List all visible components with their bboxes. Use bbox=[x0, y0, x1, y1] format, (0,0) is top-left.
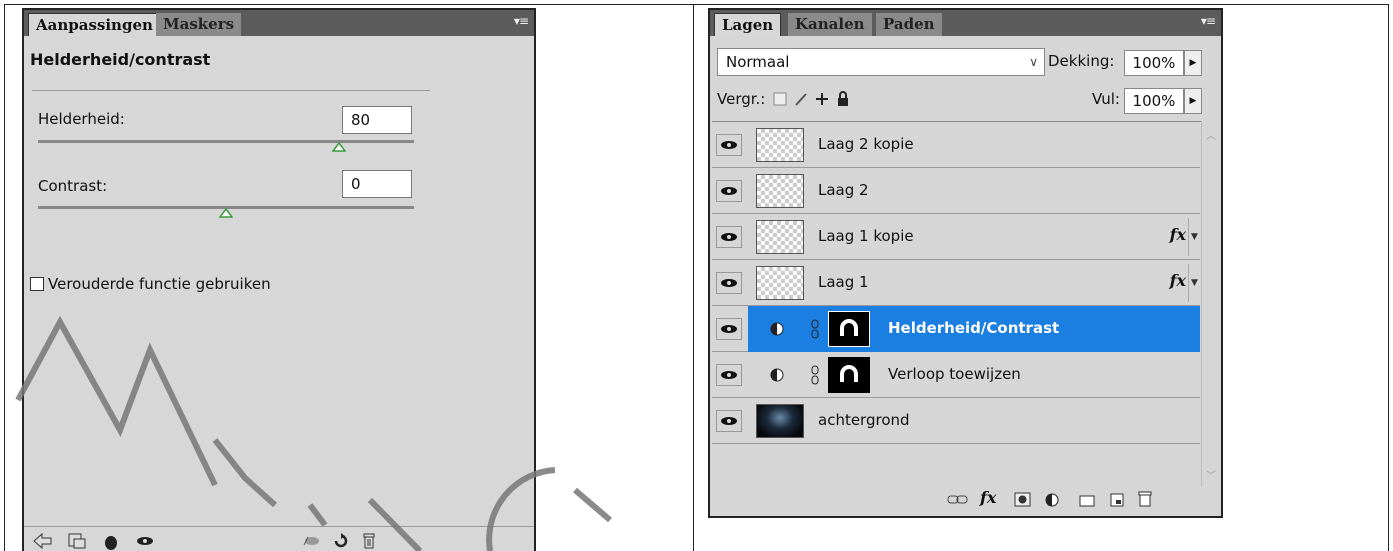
contrast-input[interactable]: 0 bbox=[342, 170, 412, 198]
curve-icon bbox=[840, 365, 858, 382]
legacy-checkbox[interactable] bbox=[30, 277, 44, 291]
table-divider bbox=[693, 4, 694, 551]
trash-icon[interactable] bbox=[1136, 490, 1154, 508]
clip-layer-icon[interactable] bbox=[100, 531, 122, 551]
lock-move-icon bbox=[816, 93, 828, 105]
separator bbox=[32, 90, 430, 91]
lock-label: Vergr.: bbox=[717, 90, 766, 108]
brightness-input[interactable]: 80 bbox=[342, 106, 412, 134]
layer-row[interactable]: Verloop toewijzen bbox=[712, 352, 1200, 398]
layer-row[interactable]: achtergrond bbox=[712, 398, 1200, 444]
layers-panel: Lagen Kanalen Paden ▾≡ Normaal ∨ Dekking… bbox=[708, 8, 1223, 518]
panel-menu-icon[interactable]: ▾≡ bbox=[1201, 14, 1216, 28]
layer-name: Laag 1 kopie bbox=[818, 227, 914, 245]
mask-thumbnail[interactable] bbox=[828, 311, 870, 347]
layers-tab-bar: Lagen Kanalen Paden ▾≡ bbox=[710, 10, 1221, 36]
eye-icon[interactable] bbox=[716, 410, 742, 432]
legacy-option[interactable]: Verouderde functie gebruiken bbox=[30, 275, 271, 293]
expand-effects-icon[interactable]: ▼ bbox=[1188, 264, 1200, 302]
visibility-icon[interactable] bbox=[134, 531, 156, 551]
add-style-icon[interactable]: fx bbox=[980, 488, 996, 507]
opacity-arrow-button[interactable]: ▶ bbox=[1184, 50, 1202, 76]
layer-thumbnail bbox=[756, 220, 804, 254]
new-group-icon[interactable] bbox=[1078, 492, 1096, 508]
layer-row[interactable]: Laag 1 fx ▼ bbox=[712, 260, 1200, 306]
adjustment-layer-icon bbox=[770, 322, 784, 336]
new-adjustment-icon[interactable] bbox=[1044, 492, 1064, 508]
chain-link-icon[interactable] bbox=[810, 365, 820, 385]
layer-row-selected[interactable]: Helderheid/Contrast bbox=[712, 306, 1200, 352]
eye-icon[interactable] bbox=[716, 134, 742, 156]
expand-effects-icon[interactable]: ▼ bbox=[1188, 218, 1200, 256]
layer-name: Verloop toewijzen bbox=[888, 365, 1021, 383]
blend-mode-select[interactable]: Normaal ∨ bbox=[717, 48, 1045, 76]
fill-input[interactable]: 100% bbox=[1124, 88, 1184, 114]
tab-lagen[interactable]: Lagen bbox=[714, 13, 782, 36]
back-arrow-icon[interactable] bbox=[32, 531, 54, 551]
layer-row[interactable]: Laag 2 kopie bbox=[712, 122, 1200, 168]
adjustments-bottom-bar bbox=[24, 526, 534, 551]
brightness-slider[interactable] bbox=[38, 140, 414, 143]
legacy-checkbox-label: Verouderde functie gebruiken bbox=[48, 275, 271, 293]
layer-name: Laag 2 bbox=[818, 181, 869, 199]
scroll-down-icon[interactable]: ﹀ bbox=[1206, 467, 1216, 482]
lock-all-icon bbox=[838, 98, 848, 106]
chevron-down-icon: ∨ bbox=[1029, 55, 1038, 69]
brightness-label: Helderheid: bbox=[38, 110, 125, 128]
eye-icon[interactable] bbox=[716, 226, 742, 248]
scroll-up-icon[interactable]: ︿ bbox=[1206, 127, 1216, 142]
lock-brush-icon bbox=[795, 93, 807, 106]
tab-paden[interactable]: Paden bbox=[876, 13, 942, 36]
layer-name: Laag 1 bbox=[818, 273, 869, 291]
layer-list: Laag 2 kopie Laag 2 Laag 1 kopie fx ▼ La… bbox=[712, 121, 1201, 486]
tab-kanalen[interactable]: Kanalen bbox=[788, 13, 872, 36]
lock-icons bbox=[773, 91, 848, 106]
adjustments-tab-bar: Aanpassingen Maskers ▾≡ bbox=[24, 10, 534, 36]
chain-link-icon[interactable] bbox=[810, 319, 820, 339]
layer-thumbnail bbox=[756, 266, 804, 300]
fill-label: Vul: bbox=[1092, 90, 1120, 108]
fill-arrow-button[interactable]: ▶ bbox=[1184, 88, 1202, 114]
blend-mode-value: Normaal bbox=[726, 53, 790, 71]
layer-row[interactable]: Laag 2 bbox=[712, 168, 1200, 214]
reset-icon[interactable] bbox=[330, 531, 352, 551]
adjustment-title: Helderheid/contrast bbox=[30, 50, 211, 69]
fx-icon[interactable]: fx bbox=[1170, 225, 1186, 244]
adjustments-panel: Aanpassingen Maskers ▾≡ Helderheid/contr… bbox=[22, 8, 536, 551]
layer-name: Helderheid/Contrast bbox=[888, 319, 1060, 337]
adjustment-layer-icon bbox=[770, 368, 784, 382]
lock-transparency-icon bbox=[773, 92, 787, 106]
panel-menu-icon[interactable]: ▾≡ bbox=[514, 14, 529, 28]
view-previous-icon[interactable] bbox=[300, 531, 322, 551]
curve-icon bbox=[840, 319, 858, 336]
tab-maskers[interactable]: Maskers bbox=[156, 13, 242, 36]
layer-row[interactable]: Laag 1 kopie fx ▼ bbox=[712, 214, 1200, 260]
layer-name: Laag 2 kopie bbox=[818, 135, 914, 153]
tab-aanpassingen[interactable]: Aanpassingen bbox=[28, 13, 161, 36]
layers-scrollbar[interactable]: ︿ ﹀ bbox=[1201, 121, 1221, 486]
eye-icon[interactable] bbox=[716, 318, 742, 340]
link-layers-icon[interactable] bbox=[946, 492, 970, 508]
layer-thumbnail bbox=[756, 128, 804, 162]
panel-view-icon[interactable] bbox=[66, 531, 88, 551]
background-thumbnail bbox=[756, 404, 804, 438]
mask-thumbnail[interactable] bbox=[828, 357, 870, 393]
layer-name: achtergrond bbox=[818, 411, 910, 429]
layer-thumbnail bbox=[756, 174, 804, 208]
opacity-input[interactable]: 100% bbox=[1124, 50, 1184, 76]
new-layer-icon[interactable] bbox=[1108, 492, 1126, 508]
opacity-label: Dekking: bbox=[1048, 52, 1115, 70]
fx-icon[interactable]: fx bbox=[1170, 271, 1186, 290]
trash-icon[interactable] bbox=[358, 531, 380, 551]
eye-icon[interactable] bbox=[716, 180, 742, 202]
layers-bottom-bar: fx bbox=[710, 486, 1221, 516]
add-mask-icon[interactable] bbox=[1014, 492, 1032, 508]
contrast-label: Contrast: bbox=[38, 177, 108, 195]
eye-icon[interactable] bbox=[716, 272, 742, 294]
eye-icon[interactable] bbox=[716, 364, 742, 386]
